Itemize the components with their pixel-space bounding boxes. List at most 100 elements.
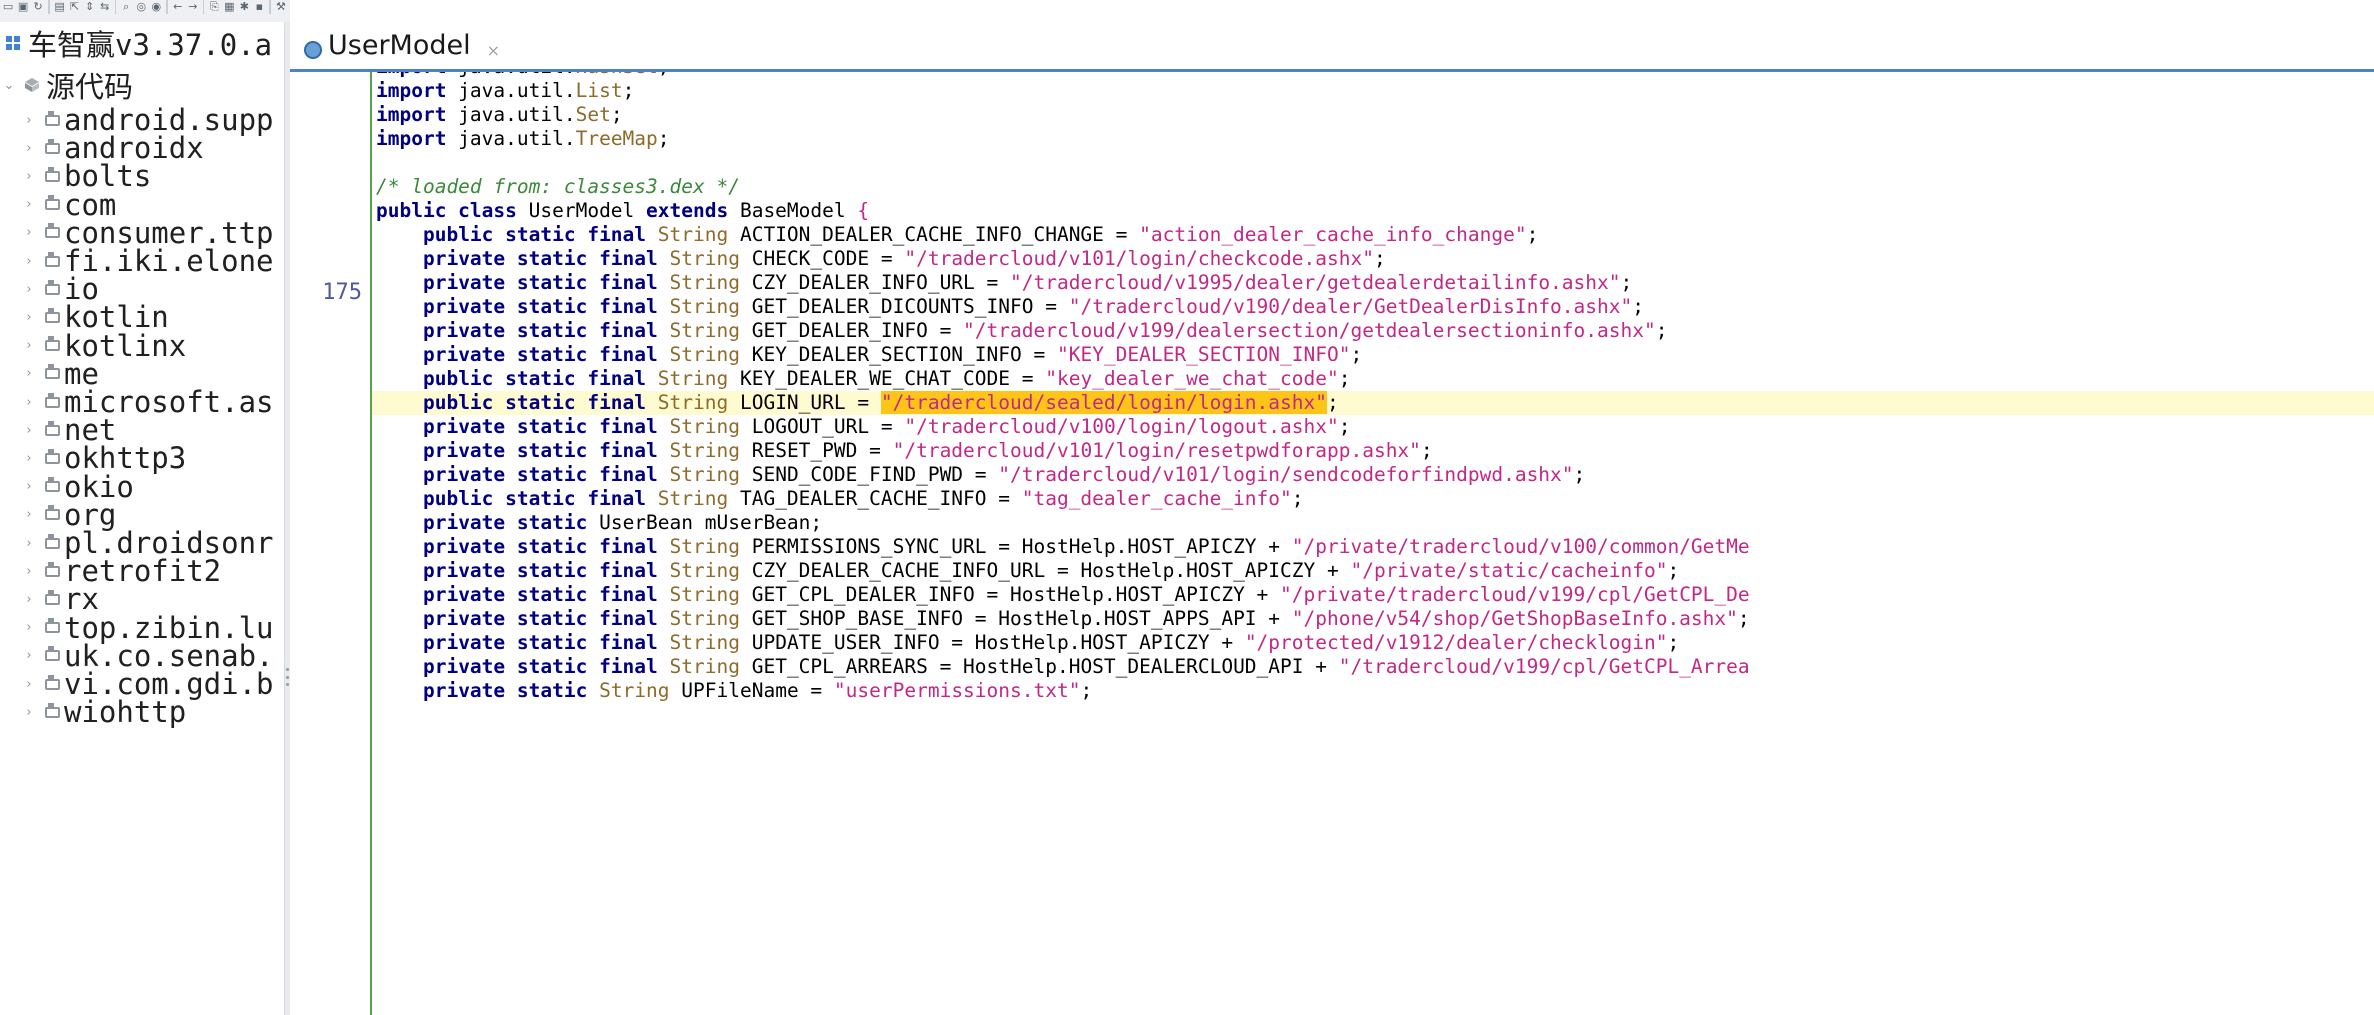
refresh-icon[interactable]: ↻ (32, 0, 44, 14)
tree-source-root[interactable]: ⌄ 源代码 (0, 64, 284, 106)
code-token: "/phone/v54/shop/GetShopBaseInfo.ashx" (1291, 607, 1738, 630)
package-icon (42, 533, 62, 551)
tree-project-root[interactable]: 车智赢v3.37.0.a (0, 22, 284, 64)
save-all-icon[interactable]: ▤ (54, 0, 66, 14)
code-token: String (669, 655, 740, 678)
chevron-right-icon[interactable]: › (22, 310, 36, 325)
tree-package-item[interactable]: › bolts (0, 159, 284, 193)
code-token: private static final (422, 343, 658, 366)
chevron-right-icon[interactable]: › (22, 705, 36, 720)
forward-icon[interactable]: → (187, 0, 199, 14)
bug-icon[interactable]: ✱ (238, 0, 250, 14)
close-icon[interactable]: × (487, 41, 500, 60)
tree-package-item[interactable]: › rx (0, 582, 284, 616)
tree-package-item[interactable]: › microsoft.as (0, 385, 284, 419)
chevron-right-icon[interactable]: › (22, 254, 36, 269)
code-token: java.util. (446, 79, 576, 102)
chevron-right-icon[interactable]: › (22, 451, 36, 466)
code-line: private static final String CZY_DEALER_I… (372, 271, 2374, 295)
settings-icon[interactable]: ⚒ (275, 0, 287, 14)
chevron-right-icon[interactable]: › (22, 423, 36, 438)
code-token: String (669, 415, 740, 438)
code-token: ; (1667, 631, 1680, 654)
code-token: java.util. (446, 103, 576, 126)
chevron-right-icon[interactable]: › (22, 225, 36, 240)
code-token: ; (1350, 343, 1363, 366)
chevron-right-icon[interactable]: › (22, 620, 36, 635)
tree-package-item[interactable]: › fi.iki.elone (0, 244, 284, 278)
project-tree: 车智赢v3.37.0.a ⌄ 源代码 › android.supp › android… (0, 22, 284, 1015)
tree-package-item[interactable]: › okhttp3 (0, 441, 284, 475)
tree-package-item[interactable]: › okio (0, 470, 284, 504)
chevron-right-icon[interactable]: › (22, 648, 36, 663)
code-token: GET_SHOP_BASE_INFO = HostHelp.HOST_APPS_… (739, 607, 1292, 630)
back-icon[interactable]: ← (172, 0, 184, 14)
tree-package-item[interactable]: › net (0, 413, 284, 447)
code-token: { (857, 199, 870, 222)
chevron-right-icon[interactable]: › (22, 366, 36, 381)
chevron-down-icon[interactable]: ⌄ (2, 78, 16, 93)
export-icon[interactable]: ⇱ (69, 0, 81, 14)
chevron-right-icon[interactable]: › (22, 169, 36, 184)
package-icon (42, 420, 62, 438)
code-token: ; (1667, 559, 1680, 582)
code-token: private static (422, 511, 588, 534)
code-token: private static final (422, 655, 658, 678)
code-token: String (657, 487, 729, 510)
chevron-right-icon[interactable]: › (22, 395, 36, 410)
chevron-right-icon[interactable]: › (22, 113, 36, 128)
chevron-right-icon[interactable]: › (22, 507, 36, 522)
code-token: String (669, 319, 740, 342)
decompile-icon[interactable]: ⎘ (208, 0, 220, 14)
tree-package-item[interactable]: › vi.com.gdi.b (0, 667, 284, 701)
code-token: import (376, 127, 447, 150)
package-icon (42, 618, 62, 636)
chevron-right-icon[interactable]: › (22, 282, 36, 297)
find-class-icon[interactable]: ◎ (135, 0, 147, 14)
open-icon[interactable]: ▭ (2, 0, 14, 14)
tree-package-item[interactable]: › kotlinx (0, 329, 284, 363)
code-token: BaseModel (728, 199, 858, 222)
tree-package-item[interactable]: › com (0, 188, 284, 222)
code-token: ; (1080, 679, 1093, 702)
save-icon[interactable]: ▣ (17, 0, 29, 14)
tree-package-item[interactable]: › kotlin (0, 300, 284, 334)
tree-package-item[interactable]: › retrofit2 (0, 554, 284, 588)
stop-icon[interactable]: ▪ (253, 0, 265, 14)
tab-usermodel[interactable]: UserModel × (304, 22, 500, 69)
tree-package-item[interactable]: › top.zibin.lu (0, 611, 284, 645)
code-token: ; (1526, 223, 1539, 246)
code-line: private static final String PERMISSIONS_… (372, 535, 2374, 559)
sync-icon[interactable]: ⇆ (99, 0, 111, 14)
collapse-icon[interactable]: ⇕ (84, 0, 96, 14)
chevron-right-icon[interactable]: › (22, 564, 36, 579)
code-editor[interactable]: import java.util.HashSet;import java.uti… (372, 72, 2374, 1015)
chevron-right-icon[interactable]: › (22, 677, 36, 692)
splitter-grip-icon[interactable] (285, 668, 289, 686)
code-token: KEY_DEALER_SECTION_INFO = (739, 343, 1057, 366)
tree-package-item[interactable]: › me (0, 357, 284, 391)
tree-package-item[interactable]: › wiohttp (0, 695, 284, 729)
chevron-right-icon[interactable]: › (22, 536, 36, 551)
log-icon[interactable]: ▦ (223, 0, 235, 14)
chevron-right-icon[interactable]: › (22, 141, 36, 156)
find-usage-icon[interactable]: ◉ (150, 0, 162, 14)
tree-package-item[interactable]: › androidx (0, 131, 284, 165)
tree-package-item[interactable]: › pl.droidsonr (0, 526, 284, 560)
search-icon[interactable]: ⌕ (120, 0, 132, 14)
tree-package-item[interactable]: › uk.co.senab. (0, 639, 284, 673)
code-token: String (669, 463, 740, 486)
chevron-right-icon[interactable]: › (22, 479, 36, 494)
tree-package-item[interactable]: › org (0, 498, 284, 532)
chevron-right-icon[interactable]: › (22, 592, 36, 607)
tree-package-item[interactable]: › android.supp (0, 103, 284, 137)
tree-package-item[interactable]: › io (0, 272, 284, 306)
chevron-right-icon[interactable]: › (22, 197, 36, 212)
chevron-right-icon[interactable]: › (22, 338, 36, 353)
toolbar-separator (269, 0, 271, 14)
tree-package-item[interactable]: › consumer.ttp (0, 216, 284, 250)
selected-string-literal: "/tradercloud/sealed/login/login.ashx" (880, 391, 1327, 414)
